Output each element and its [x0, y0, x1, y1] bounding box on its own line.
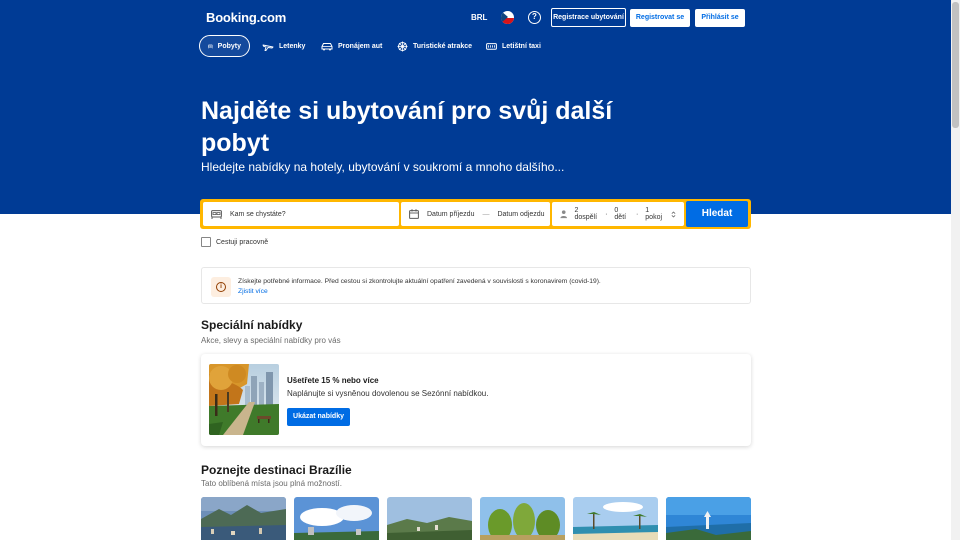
plane-icon: [262, 44, 274, 51]
offers-title: Speciální nabídky: [201, 318, 303, 332]
list-property-button[interactable]: Registrace ubytování: [551, 8, 626, 27]
destination-field[interactable]: Kam se chystáte?: [203, 202, 399, 226]
checkbox-box[interactable]: [201, 237, 211, 247]
destination-card[interactable]: [666, 497, 751, 540]
taxi-icon: [486, 42, 497, 50]
register-button[interactable]: Registrovat se: [630, 9, 690, 27]
offer-image: [209, 364, 279, 435]
notice-text: Získejte potřebné informace. Před cestou…: [238, 278, 601, 295]
destinations-subtitle: Tato oblíbená místa jsou plná možností.: [201, 479, 342, 488]
show-offers-button[interactable]: Ukázat nabídky: [287, 408, 350, 426]
offer-description: Naplánujte si vysněnou dovolenou se Sezó…: [287, 389, 489, 398]
search-button[interactable]: Hledat: [686, 201, 748, 227]
tab-label: Pobyty: [217, 42, 241, 50]
booking-logo[interactable]: Booking.com: [206, 10, 286, 25]
car-icon: [321, 42, 333, 50]
offer-title: Ušetřete 15 % nebo více: [287, 376, 379, 385]
hero-title: Najděte si ubytování pro svůj další poby…: [201, 97, 613, 157]
destinations-carousel: [201, 497, 751, 540]
business-travel-checkbox[interactable]: Cestuji pracovně: [201, 237, 268, 247]
scrollbar-thumb[interactable]: [952, 2, 959, 128]
search-bar: Kam se chystáte? Datum příjezdu — Datum …: [200, 199, 751, 229]
date-picker[interactable]: Datum příjezdu — Datum odjezdu: [401, 202, 550, 226]
calendar-icon: [409, 209, 419, 219]
destination-card[interactable]: [480, 497, 565, 540]
business-travel-label: Cestuji pracovně: [216, 238, 269, 246]
tab-stays[interactable]: Pobyty: [199, 35, 250, 57]
destinations-title: Poznejte destinaci Brazílie: [201, 463, 352, 477]
covid-notice: i Získejte potřebné informace. Před cest…: [201, 267, 751, 304]
bed-icon: [211, 209, 222, 219]
person-icon: [560, 210, 568, 219]
rooms-count: 1 pokoj: [645, 207, 663, 221]
guests-separator: ·: [635, 210, 639, 218]
children-count: 0 dětí: [614, 207, 627, 221]
sign-in-button[interactable]: Přihlásit se: [695, 9, 745, 27]
help-icon[interactable]: ?: [528, 11, 541, 24]
date-separator: —: [482, 210, 490, 218]
learn-more-link[interactable]: Zjistit více: [238, 288, 268, 295]
currency-selector[interactable]: BRL: [471, 13, 487, 22]
destination-card[interactable]: [573, 497, 658, 540]
tab-car-rental[interactable]: Pronájem aut: [313, 35, 390, 57]
tab-attractions[interactable]: Turistické atrakce: [389, 35, 480, 57]
adults-count: 2 dospělí: [574, 207, 598, 221]
tab-airport-taxi[interactable]: Letištní taxi: [478, 35, 549, 57]
offer-card: Ušetřete 15 % nebo více Naplánujte si vy…: [201, 354, 751, 446]
language-flag-icon[interactable]: [501, 11, 514, 24]
tab-label: Letištní taxi: [502, 42, 541, 50]
destination-card[interactable]: [201, 497, 286, 540]
bed-icon: [208, 44, 213, 48]
tab-label: Letenky: [279, 42, 306, 50]
checkout-date: Datum odjezdu: [497, 210, 545, 218]
tab-label: Pronájem aut: [338, 42, 383, 50]
destination-placeholder: Kam se chystáte?: [230, 210, 286, 218]
scrollbar[interactable]: [951, 0, 960, 540]
destination-card[interactable]: [294, 497, 379, 540]
tab-label: Turistické atrakce: [413, 42, 473, 50]
offers-subtitle: Akce, slevy a speciální nabídky pro vás: [201, 336, 341, 345]
destination-card[interactable]: [387, 497, 472, 540]
hero-subtitle: Hledejte nabídky na hotely, ubytování v …: [201, 160, 565, 174]
checkin-date: Datum příjezdu: [427, 210, 475, 218]
info-icon: i: [211, 277, 231, 297]
guests-selector[interactable]: 2 dospělí · 0 dětí · 1 pokoj: [552, 202, 684, 226]
tab-flights[interactable]: Letenky: [254, 35, 313, 57]
attractions-icon: [397, 41, 408, 51]
chevron-up-down-icon: [671, 210, 676, 218]
guests-separator: ·: [605, 210, 608, 218]
